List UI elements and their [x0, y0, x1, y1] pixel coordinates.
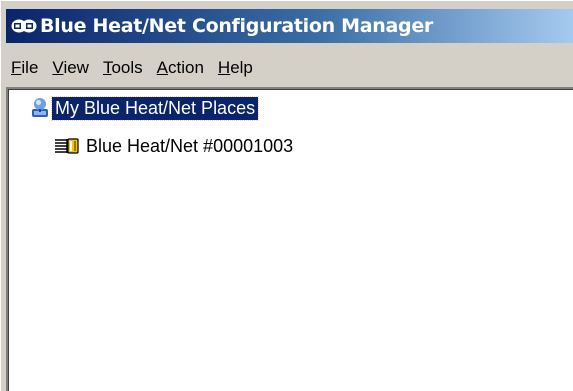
menu-action-label: ction [168, 58, 204, 77]
device-icon [55, 138, 79, 154]
menu-view[interactable]: View [46, 58, 97, 78]
menu-tools-label: ools [111, 58, 143, 77]
title-bar[interactable]: Blue Heat/Net Configuration Manager [6, 9, 573, 43]
menu-help-mnemonic: H [217, 58, 231, 77]
app-window: Blue Heat/Net Configuration Manager File… [0, 0, 573, 391]
menu-file-mnemonic: F [11, 58, 22, 77]
tree-root-label: My Blue Heat/Net Places [50, 95, 260, 121]
menu-file-label: ile [21, 58, 39, 77]
window-title: Blue Heat/Net Configuration Manager [40, 15, 433, 37]
device-tree[interactable]: My Blue Heat/Net Places Blue Heat/Net #0… [6, 87, 573, 391]
menu-action[interactable]: Action [151, 58, 212, 78]
tree-child-item[interactable]: Blue Heat/Net #00001003 [54, 133, 293, 159]
menu-help-label: elp [230, 58, 253, 77]
menu-file[interactable]: File [6, 58, 46, 78]
tree-root-item[interactable]: My Blue Heat/Net Places [30, 95, 260, 121]
menu-help[interactable]: Help [212, 58, 261, 78]
menu-view-mnemonic: V [52, 58, 64, 77]
menu-view-label: iew [63, 58, 89, 77]
menu-action-mnemonic: A [156, 58, 168, 77]
menu-bar: File View Tools Action Help [6, 49, 573, 87]
menu-tools[interactable]: Tools [97, 58, 151, 78]
tree-child-label: Blue Heat/Net #00001003 [86, 135, 294, 156]
network-places-icon [32, 98, 48, 117]
network-devices-icon [11, 19, 37, 33]
